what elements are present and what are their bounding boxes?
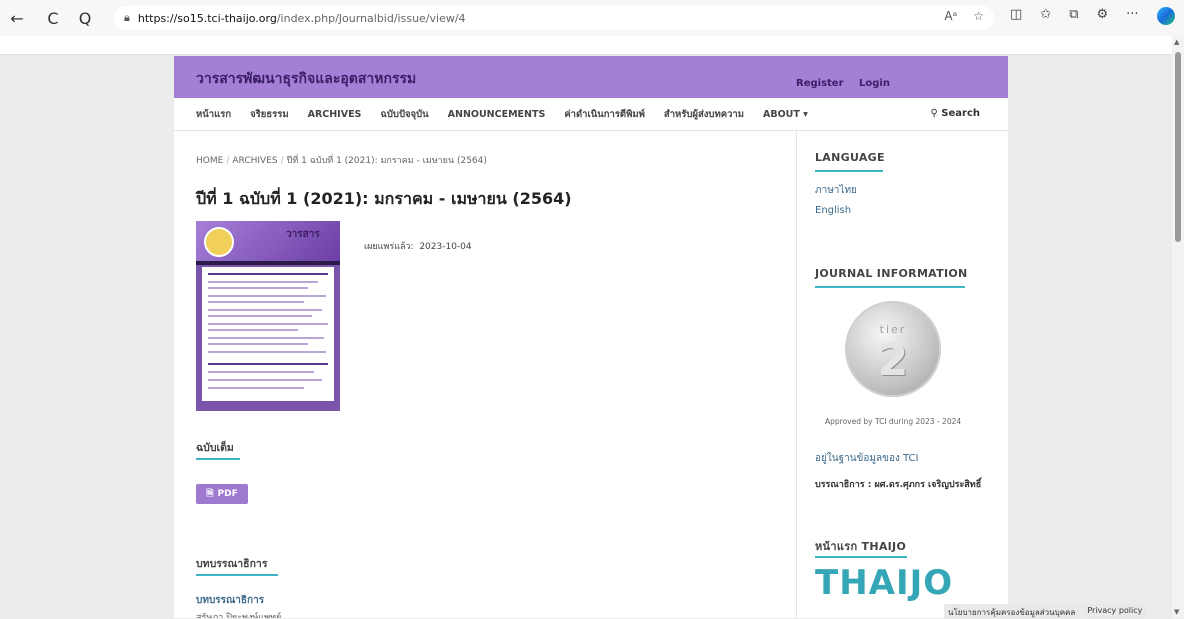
site-title[interactable]: วารสารพัฒนาธุรกิจและอุตสาหกรรม (196, 68, 416, 90)
reader-icon[interactable]: Aᵃ (944, 9, 957, 23)
full-issue-underline (196, 458, 240, 460)
tci-database-link[interactable]: อยู่ในฐานข้อมูลของ TCI (815, 451, 918, 466)
editorial-underline (196, 574, 278, 576)
journal-page: วารสารพัฒนาธุรกิจและอุตสาหกรรม Register … (174, 56, 1008, 618)
nav-ethics[interactable]: จริยธรรม (250, 107, 289, 122)
favorite-star-icon[interactable]: ☆ (973, 9, 984, 23)
nav-fees[interactable]: ค่าดำเนินการตีพิมพ์ (564, 107, 645, 122)
page-scrollbar[interactable]: ▲ ▼ (1172, 36, 1184, 618)
breadcrumb-archives[interactable]: ARCHIVES (232, 156, 277, 166)
reload-icon[interactable]: C (42, 7, 64, 29)
copilot-icon[interactable] (1156, 7, 1175, 25)
thaijo-heading: หน้าแรก THAIJO (815, 540, 907, 553)
tier-number: 2 (877, 335, 909, 386)
primary-nav: หน้าแรก จริยธรรม ARCHIVES ฉบับปัจจุบัน A… (174, 98, 1008, 131)
tci-tier-badge: tier 2 (845, 301, 941, 397)
lang-english-link[interactable]: English (815, 205, 851, 216)
thaijo-logo[interactable]: THAIJO (815, 563, 953, 603)
thaijo-underline (815, 556, 907, 558)
sidebar: LANGUAGE ภาษาไทย English JOURNAL INFORMA… (796, 131, 1009, 618)
cover-title: วารสาร (286, 229, 320, 240)
search-link[interactable]: ⚲ Search (930, 108, 980, 119)
browser-strip (0, 36, 1184, 55)
search-label: Search (941, 108, 980, 119)
nav-about[interactable]: ABOUT ▾ (763, 109, 808, 120)
privacy-policy-th-link[interactable]: นโยบายการคุ้มครองข้อมูลส่วนบุคคล (944, 604, 1080, 618)
browser-toolbar: ← C Q 🔒︎ https://so15.tci-thaijo.org/ind… (0, 0, 1184, 36)
collections-icon[interactable]: ⧉ (1069, 7, 1078, 25)
pdf-button[interactable]: 🗎 PDF (196, 484, 248, 504)
url-path: /index.php/Journalbid/issue/view/4 (276, 11, 466, 25)
privacy-policy-en-link[interactable]: Privacy policy (1083, 604, 1147, 618)
journal-info-heading: JOURNAL INFORMATION (815, 267, 968, 280)
nav-archives[interactable]: ARCHIVES (308, 109, 362, 120)
split-screen-icon[interactable]: ◫ (1010, 7, 1022, 25)
language-underline (815, 170, 883, 172)
login-link[interactable]: Login (859, 78, 890, 89)
tci-caption: Approved by TCI during 2023 - 2024 (825, 417, 962, 426)
scroll-down-icon[interactable]: ▼ (1174, 608, 1179, 616)
published-date: เผยแพร่แล้ว: 2023-10-04 (364, 239, 472, 253)
breadcrumb: HOME / ARCHIVES / ปีที่ 1 ฉบับที่ 1 (2021): … (196, 156, 487, 166)
back-icon[interactable]: ← (6, 7, 28, 29)
article-title-link[interactable]: บทบรรณาธิการ (196, 593, 264, 608)
published-value: 2023-10-04 (419, 242, 472, 252)
nav-current[interactable]: ฉบับปัจจุบัน (380, 107, 428, 122)
search-icon[interactable]: Q (74, 7, 96, 29)
article-author: สุรัษฎา ปิยะพงษ์แพทย์ (196, 613, 282, 618)
page-title: ปีที่ 1 ฉบับที่ 1 (2021): มกราคม - เมษาย… (196, 189, 572, 208)
scrollbar-thumb[interactable] (1175, 52, 1181, 242)
favorites-icon[interactable]: ✩ (1040, 7, 1051, 25)
nav-authors[interactable]: สำหรับผู้ส่งบทความ (664, 107, 744, 122)
editor-text: บรรณาธิการ : ผศ.ดร.ศุภกร เจริญประสิทธิ์ (815, 480, 982, 490)
privacy-bar: นโยบายการคุ้มครองข้อมูลส่วนบุคคล Privacy… (944, 604, 1147, 618)
url-host: https://so15.tci-thaijo.org (137, 11, 277, 25)
main-content: HOME / ARCHIVES / ปีที่ 1 ฉบับที่ 1 (2021): … (174, 131, 796, 618)
more-icon[interactable]: ··· (1126, 7, 1138, 25)
lang-thai-link[interactable]: ภาษาไทย (815, 183, 857, 198)
site-header: วารสารพัฒนาธุรกิจและอุตสาหกรรม Register … (174, 56, 1008, 98)
issue-cover-image[interactable]: วารสาร (196, 221, 340, 411)
pdf-file-icon: 🗎 (206, 489, 214, 499)
nav-announcements[interactable]: ANNOUNCEMENTS (448, 109, 546, 120)
breadcrumb-current: ปีที่ 1 ฉบับที่ 1 (2021): มกราคม - เมษาย… (286, 156, 487, 166)
register-link[interactable]: Register (796, 78, 844, 89)
search-icon: ⚲ (930, 108, 942, 119)
full-issue-heading: ฉบับเต็ม (196, 442, 234, 454)
editorial-heading: บทบรรณาธิการ (196, 558, 268, 570)
journal-info-underline (815, 286, 965, 288)
language-heading: LANGUAGE (815, 151, 885, 164)
scroll-up-icon[interactable]: ▲ (1174, 38, 1179, 46)
pdf-label: PDF (217, 489, 238, 499)
extensions-icon[interactable]: ⚙ (1097, 7, 1109, 25)
published-label: เผยแพร่แล้ว: (364, 242, 414, 252)
user-nav: Register Login (796, 78, 902, 89)
address-bar[interactable]: 🔒︎ https://so15.tci-thaijo.org/index.php… (114, 6, 994, 30)
university-seal-icon (204, 227, 234, 257)
nav-home[interactable]: หน้าแรก (196, 107, 231, 122)
lock-icon: 🔒︎ (124, 11, 130, 24)
breadcrumb-home[interactable]: HOME (196, 156, 223, 166)
